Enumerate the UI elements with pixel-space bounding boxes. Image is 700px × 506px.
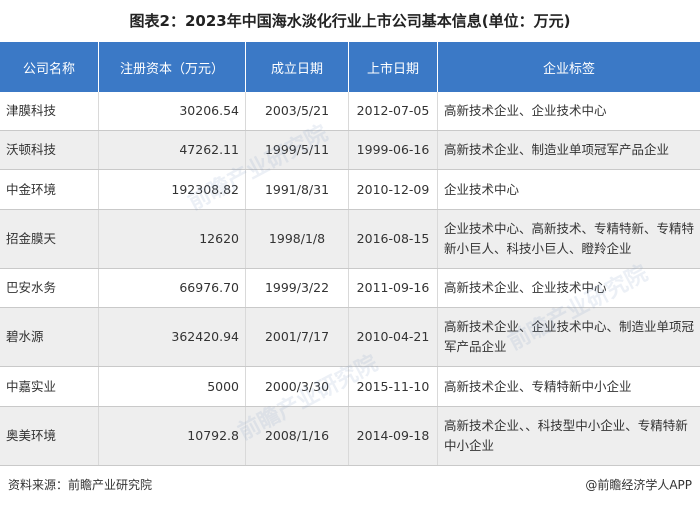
header-company-name: 公司名称 <box>0 42 99 92</box>
cell-registered-capital: 192308.82 <box>98 169 246 210</box>
cell-company-name: 招金膜天 <box>0 209 99 269</box>
cell-listing-date: 2010-04-21 <box>348 307 438 368</box>
table-row: 奥美环境 10792.8 2008/1/16 2014-09-18 高新技术企业… <box>0 406 700 467</box>
cell-registered-capital: 5000 <box>98 366 246 407</box>
source-note: 资料来源：前瞻产业研究院 <box>8 478 153 492</box>
cell-founded-date: 1999/3/22 <box>245 268 349 309</box>
cell-company-name: 奥美环境 <box>0 406 99 467</box>
cell-registered-capital: 10792.8 <box>98 406 246 467</box>
cell-founded-date: 1991/8/31 <box>245 169 349 210</box>
cell-registered-capital: 12620 <box>98 209 246 269</box>
cell-company-name: 中嘉实业 <box>0 366 99 407</box>
page-title: 图表2：2023年中国海水淡化行业上市公司基本信息(单位：万元) <box>129 12 571 30</box>
table-header-row: 公司名称 注册资本（万元） 成立日期 上市日期 企业标签 <box>0 42 700 92</box>
cell-founded-date: 2000/3/30 <box>245 366 349 407</box>
cell-company-name: 沃顿科技 <box>0 130 99 171</box>
cell-registered-capital: 30206.54 <box>98 92 246 132</box>
cell-registered-capital: 362420.94 <box>98 307 246 368</box>
header-company-tags: 企业标签 <box>437 42 700 92</box>
cell-registered-capital: 47262.11 <box>98 130 246 171</box>
cell-listing-date: 2014-09-18 <box>348 406 438 467</box>
cell-founded-date: 2001/7/17 <box>245 307 349 368</box>
cell-listing-date: 1999-06-16 <box>348 130 438 171</box>
cell-listing-date: 2010-12-09 <box>348 169 438 210</box>
table-row: 招金膜天 12620 1998/1/8 2016-08-15 企业技术中心、高新… <box>0 209 700 269</box>
header-listing-date: 上市日期 <box>348 42 438 92</box>
cell-founded-date: 1998/1/8 <box>245 209 349 269</box>
header-registered-capital: 注册资本（万元） <box>98 42 246 92</box>
cell-company-name: 津膜科技 <box>0 92 99 132</box>
table-row: 碧水源 362420.94 2001/7/17 2010-04-21 高新技术企… <box>0 307 700 368</box>
cell-company-tags: 高新技术企业、企业技术中心 <box>437 92 700 132</box>
table-row: 中金环境 192308.82 1991/8/31 2010-12-09 企业技术… <box>0 169 700 210</box>
cell-company-tags: 高新技术企业、企业技术中心 <box>437 268 700 309</box>
cell-company-tags: 高新技术企业、专精特新中小企业 <box>437 366 700 407</box>
cell-founded-date: 2003/5/21 <box>245 92 349 132</box>
cell-listing-date: 2016-08-15 <box>348 209 438 269</box>
table-row: 津膜科技 30206.54 2003/5/21 2012-07-05 高新技术企… <box>0 92 700 132</box>
cell-company-name: 巴安水务 <box>0 268 99 309</box>
brand-credit: @前瞻经济学人APP <box>585 478 692 492</box>
cell-company-tags: 企业技术中心 <box>437 169 700 210</box>
cell-listing-date: 2011-09-16 <box>348 268 438 309</box>
company-info-table: 公司名称 注册资本（万元） 成立日期 上市日期 企业标签 津膜科技 30206.… <box>0 42 700 467</box>
cell-founded-date: 2008/1/16 <box>245 406 349 467</box>
cell-listing-date: 2015-11-10 <box>348 366 438 407</box>
header-founded-date: 成立日期 <box>245 42 349 92</box>
cell-listing-date: 2012-07-05 <box>348 92 438 132</box>
cell-company-tags: 企业技术中心、高新技术、专精特新、专精特新小巨人、科技小巨人、瞪羚企业 <box>437 209 700 269</box>
cell-company-tags: 高新技术企业、制造业单项冠军产品企业 <box>437 130 700 171</box>
cell-registered-capital: 66976.70 <box>98 268 246 309</box>
cell-founded-date: 1999/5/11 <box>245 130 349 171</box>
table-row: 沃顿科技 47262.11 1999/5/11 1999-06-16 高新技术企… <box>0 130 700 171</box>
cell-company-name: 碧水源 <box>0 307 99 368</box>
table-row: 中嘉实业 5000 2000/3/30 2015-11-10 高新技术企业、专精… <box>0 366 700 407</box>
cell-company-tags: 高新技术企业、企业技术中心、制造业单项冠军产品企业 <box>437 307 700 368</box>
cell-company-name: 中金环境 <box>0 169 99 210</box>
cell-company-tags: 高新技术企业、、科技型中小企业、专精特新中小企业 <box>437 406 700 467</box>
table-row: 巴安水务 66976.70 1999/3/22 2011-09-16 高新技术企… <box>0 268 700 309</box>
